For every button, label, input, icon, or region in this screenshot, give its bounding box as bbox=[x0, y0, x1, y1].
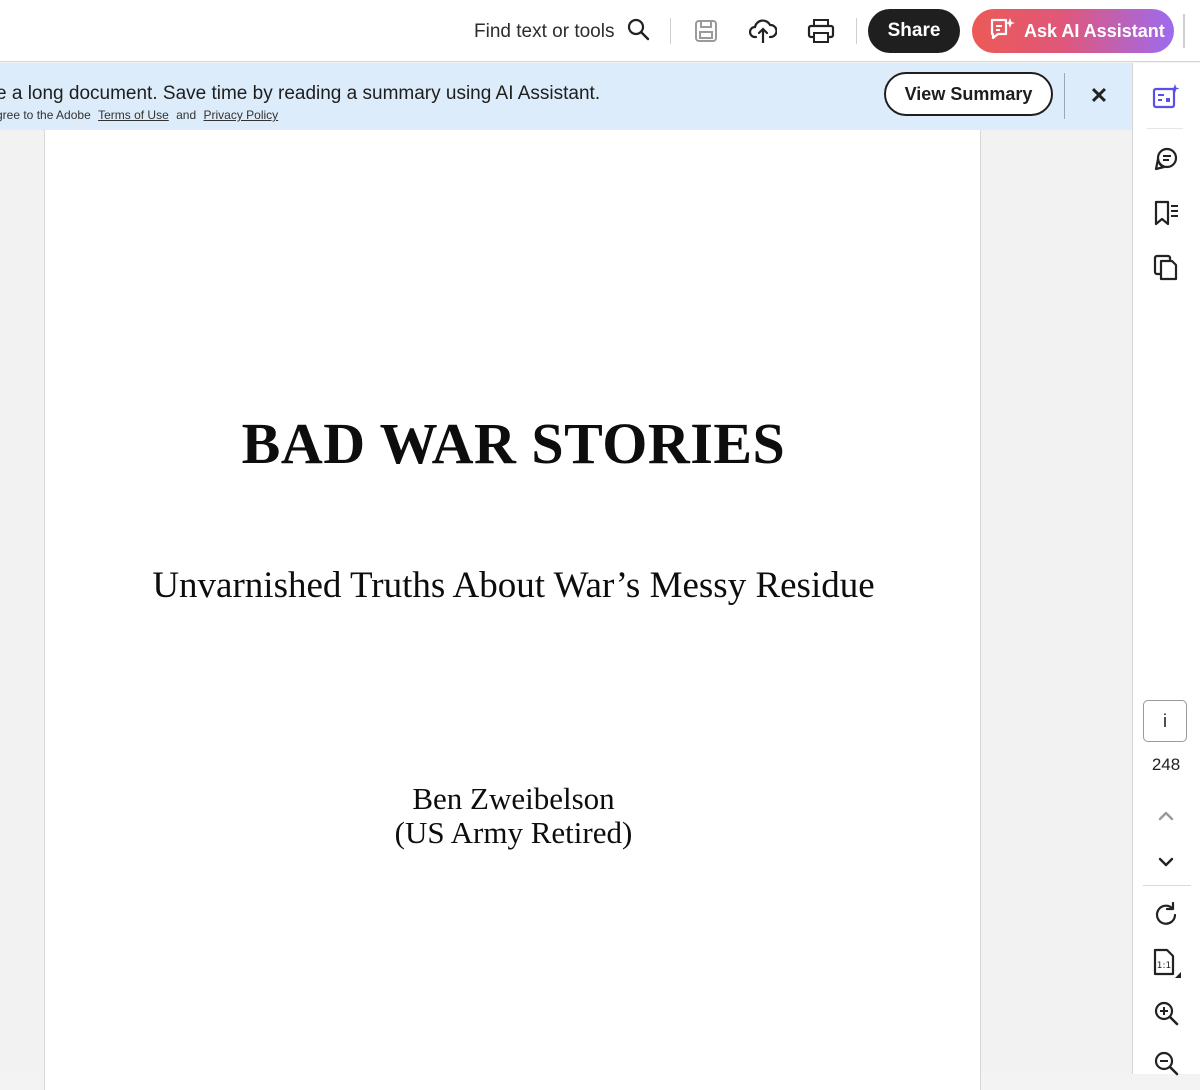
chevron-up-icon[interactable] bbox=[1151, 801, 1181, 831]
zoom-in-icon[interactable] bbox=[1151, 998, 1181, 1028]
author-note: (US Army Retired) bbox=[394, 815, 633, 850]
ai-sparkle-icon bbox=[988, 16, 1016, 47]
toolbar-divider bbox=[670, 18, 671, 44]
pdf-page: BAD WAR STORIES Unvarnished Truths About… bbox=[44, 130, 981, 1090]
search-icon bbox=[626, 17, 650, 47]
document-subtitle: Unvarnished Truths About War’s Messy Res… bbox=[152, 565, 875, 606]
copy-pages-icon[interactable] bbox=[1151, 252, 1181, 282]
document-info-button[interactable]: i bbox=[1143, 700, 1187, 742]
top-toolbar: Find text or tools Share Ask AI Assistan… bbox=[0, 0, 1200, 62]
rail-divider bbox=[1147, 128, 1183, 129]
view-summary-button[interactable]: View Summary bbox=[884, 72, 1053, 116]
terms-of-use-link[interactable]: Terms of Use bbox=[98, 108, 169, 122]
find-text-or-tools[interactable]: Find text or tools bbox=[474, 18, 650, 46]
banner-divider bbox=[1064, 73, 1065, 119]
document-viewport[interactable]: BAD WAR STORIES Unvarnished Truths About… bbox=[0, 130, 1132, 1090]
svg-text:1:1: 1:1 bbox=[1157, 961, 1171, 971]
author-name: Ben Zweibelson bbox=[412, 781, 615, 816]
rotate-icon[interactable] bbox=[1151, 900, 1181, 930]
banner-legal-text: gree to the Adobe Terms of Use and Priva… bbox=[0, 108, 282, 122]
rail-divider bbox=[1143, 885, 1191, 886]
ask-ai-assistant-button[interactable]: Ask AI Assistant bbox=[972, 9, 1174, 53]
author-block: Ben Zweibelson (US Army Retired) bbox=[45, 782, 982, 850]
ai-summary-icon[interactable] bbox=[1151, 82, 1181, 112]
legal-and: and bbox=[176, 108, 197, 122]
toolbar-divider bbox=[856, 18, 857, 44]
privacy-policy-link[interactable]: Privacy Policy bbox=[204, 108, 279, 122]
right-tool-rail: i 248 1:1 bbox=[1132, 63, 1200, 1076]
chevron-down-icon[interactable] bbox=[1151, 847, 1181, 877]
bookmark-icon[interactable] bbox=[1151, 198, 1181, 228]
toolbar-edge-divider bbox=[1183, 14, 1185, 48]
share-button[interactable]: Share bbox=[868, 9, 960, 53]
ai-summary-banner: e a long document. Save time by reading … bbox=[0, 63, 1132, 130]
save-icon[interactable] bbox=[690, 15, 722, 47]
document-title: BAD WAR STORIES bbox=[241, 411, 786, 476]
find-label: Find text or tools bbox=[474, 21, 615, 42]
close-banner-icon[interactable]: ✕ bbox=[1086, 83, 1112, 109]
banner-message: e a long document. Save time by reading … bbox=[0, 83, 601, 104]
comment-icon[interactable] bbox=[1151, 144, 1181, 174]
actual-size-icon[interactable]: 1:1 bbox=[1151, 948, 1181, 978]
legal-prefix: gree to the Adobe bbox=[0, 108, 91, 122]
upload-cloud-icon[interactable] bbox=[747, 15, 779, 47]
print-icon[interactable] bbox=[805, 15, 837, 47]
ask-ai-label: Ask AI Assistant bbox=[1024, 20, 1165, 41]
current-page-number[interactable]: 248 bbox=[1133, 755, 1199, 775]
